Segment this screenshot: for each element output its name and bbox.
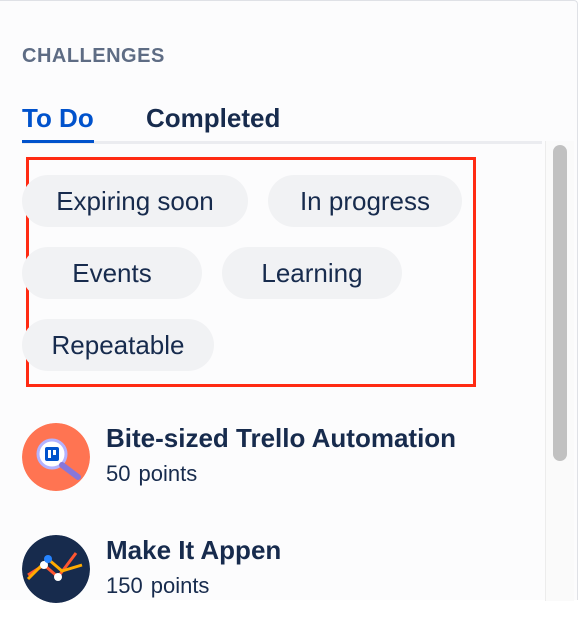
- scrollbar[interactable]: [545, 141, 574, 601]
- challenge-item[interactable]: Bite-sized Trello Automation 50 points: [22, 423, 542, 513]
- tab-completed[interactable]: Completed: [146, 103, 280, 134]
- challenges-panel: CHALLENGES To Do Completed Expiring soon…: [0, 0, 578, 603]
- trello-automation-icon: [22, 423, 90, 491]
- challenge-title: Bite-sized Trello Automation: [106, 423, 457, 453]
- challenge-points: 50 points: [106, 461, 198, 486]
- challenge-title: Make It Appen: [106, 535, 282, 565]
- filter-chip-in-progress[interactable]: In progress: [268, 175, 462, 227]
- filter-chip-repeatable[interactable]: Repeatable: [22, 319, 214, 371]
- filter-chip-learning[interactable]: Learning: [222, 247, 402, 299]
- tab-to-do[interactable]: To Do: [22, 103, 94, 143]
- filter-chip-events[interactable]: Events: [22, 247, 202, 299]
- challenge-item[interactable]: Make It Appen 150 points: [22, 535, 542, 625]
- challenge-points: 150 points: [106, 573, 210, 598]
- challenge-tabs: To Do Completed: [22, 99, 542, 144]
- panel-heading: CHALLENGES: [22, 45, 165, 67]
- scrollbar-thumb[interactable]: [553, 145, 567, 461]
- filter-chip-expiring-soon[interactable]: Expiring soon: [22, 175, 248, 227]
